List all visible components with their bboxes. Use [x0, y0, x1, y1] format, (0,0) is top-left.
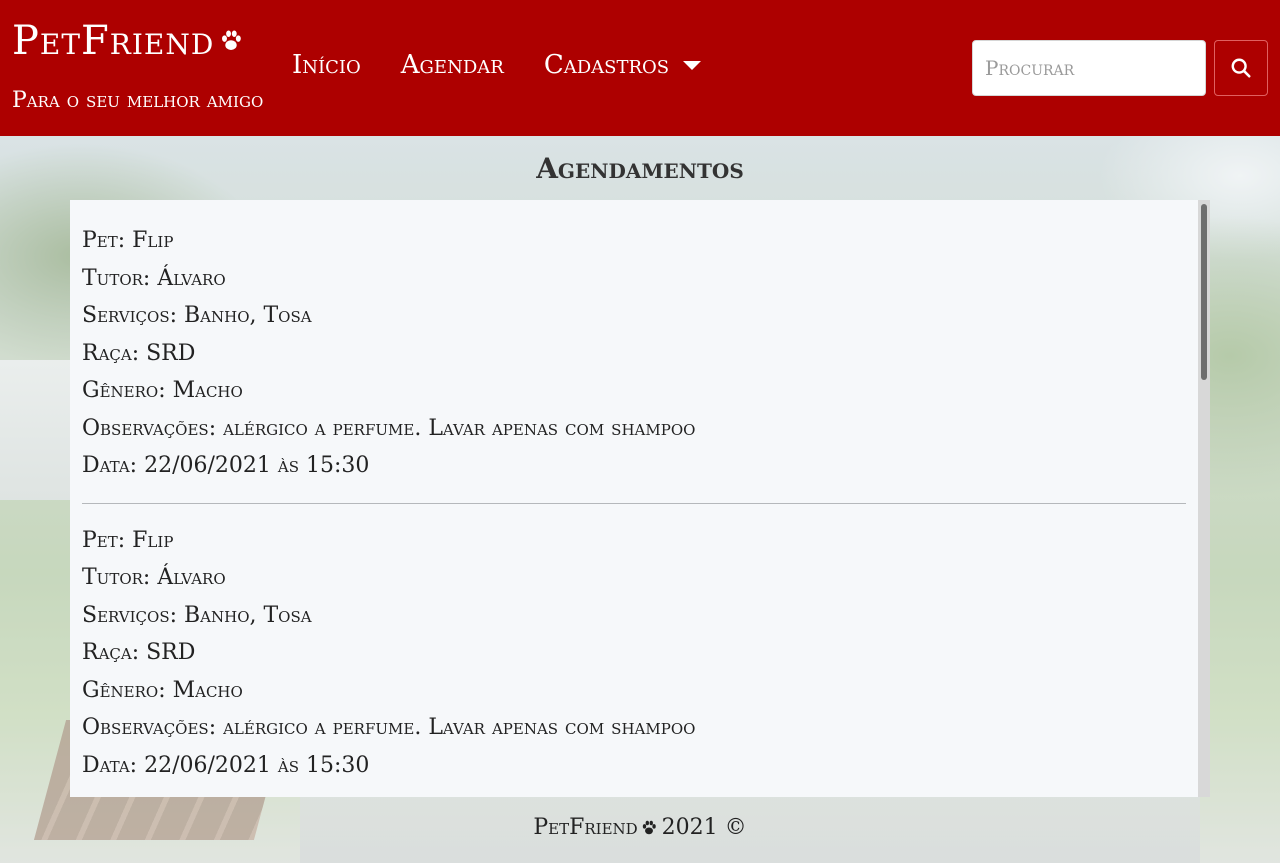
nav-links: Início Agendar Cadastros	[292, 50, 741, 80]
brand-name: PetFriend	[12, 18, 215, 64]
search-input[interactable]	[972, 40, 1206, 96]
entry-gender: Gênero: Macho	[82, 378, 243, 403]
nav-item-inicio[interactable]: Início	[292, 50, 361, 80]
navbar: PetFriend Para o seu melhor amigo Início…	[0, 0, 1280, 136]
entry-tutor: Tutor: Álvaro	[82, 265, 226, 291]
entry-services: Serviços: Banho, Tosa	[82, 602, 312, 628]
nav-item-label: Cadastros	[543, 50, 670, 80]
appointments-list[interactable]: Pet: Flip Tutor: Álvaro Serviços: Banho,…	[70, 200, 1210, 797]
entry-tutor: Tutor: Álvaro	[82, 565, 226, 590]
entry-notes: Observações: alérgico a perfume. Lavar a…	[82, 415, 696, 441]
entry-date: Data: 22/06/2021 às 15:30	[82, 752, 370, 778]
search-icon	[1231, 58, 1251, 78]
paw-icon	[642, 820, 656, 834]
footer-text: 2021 ©	[661, 815, 747, 840]
scrollbar[interactable]	[1198, 200, 1210, 797]
caret-down-icon	[683, 60, 702, 70]
entry-services: Serviços: Banho, Tosa	[82, 303, 312, 328]
appointment-entry: Pet: Flip Tutor: Álvaro Serviços: Banho,…	[82, 522, 1186, 785]
entry-date: Data: 22/06/2021 às 15:30	[82, 453, 370, 478]
brand-subtitle: Para o seu melhor amigo	[12, 88, 264, 113]
entry-gender: Gênero: Macho	[82, 677, 243, 703]
page-title: Agendamentos	[536, 152, 744, 185]
nav-item-agendar[interactable]: Agendar	[401, 50, 504, 80]
nav-item-label: Agendar	[400, 50, 504, 80]
scrollbar-thumb[interactable]	[1201, 204, 1207, 380]
appointments-list-content: Pet: Flip Tutor: Álvaro Serviços: Banho,…	[82, 222, 1186, 784]
search-button[interactable]	[1214, 40, 1268, 96]
entry-breed: Raça: SRD	[82, 340, 196, 366]
appointment-entry: Pet: Flip Tutor: Álvaro Serviços: Banho,…	[82, 222, 1186, 485]
nav-item-label: Início	[292, 50, 361, 80]
nav-item-cadastros-dropdown[interactable]: Cadastros	[543, 50, 702, 80]
entry-divider	[82, 502, 1186, 504]
brand-title[interactable]: PetFriend	[12, 18, 244, 64]
entry-pet: Pet: Flip	[82, 527, 174, 553]
footer-brand: PetFriend	[533, 815, 638, 840]
entry-breed: Raça: SRD	[82, 640, 196, 665]
entry-pet: Pet: Flip	[82, 228, 174, 253]
entry-notes: Observações: alérgico a perfume. Lavar a…	[82, 715, 696, 740]
paw-icon	[222, 30, 242, 50]
footer: PetFriend 2021 ©	[0, 815, 1280, 840]
